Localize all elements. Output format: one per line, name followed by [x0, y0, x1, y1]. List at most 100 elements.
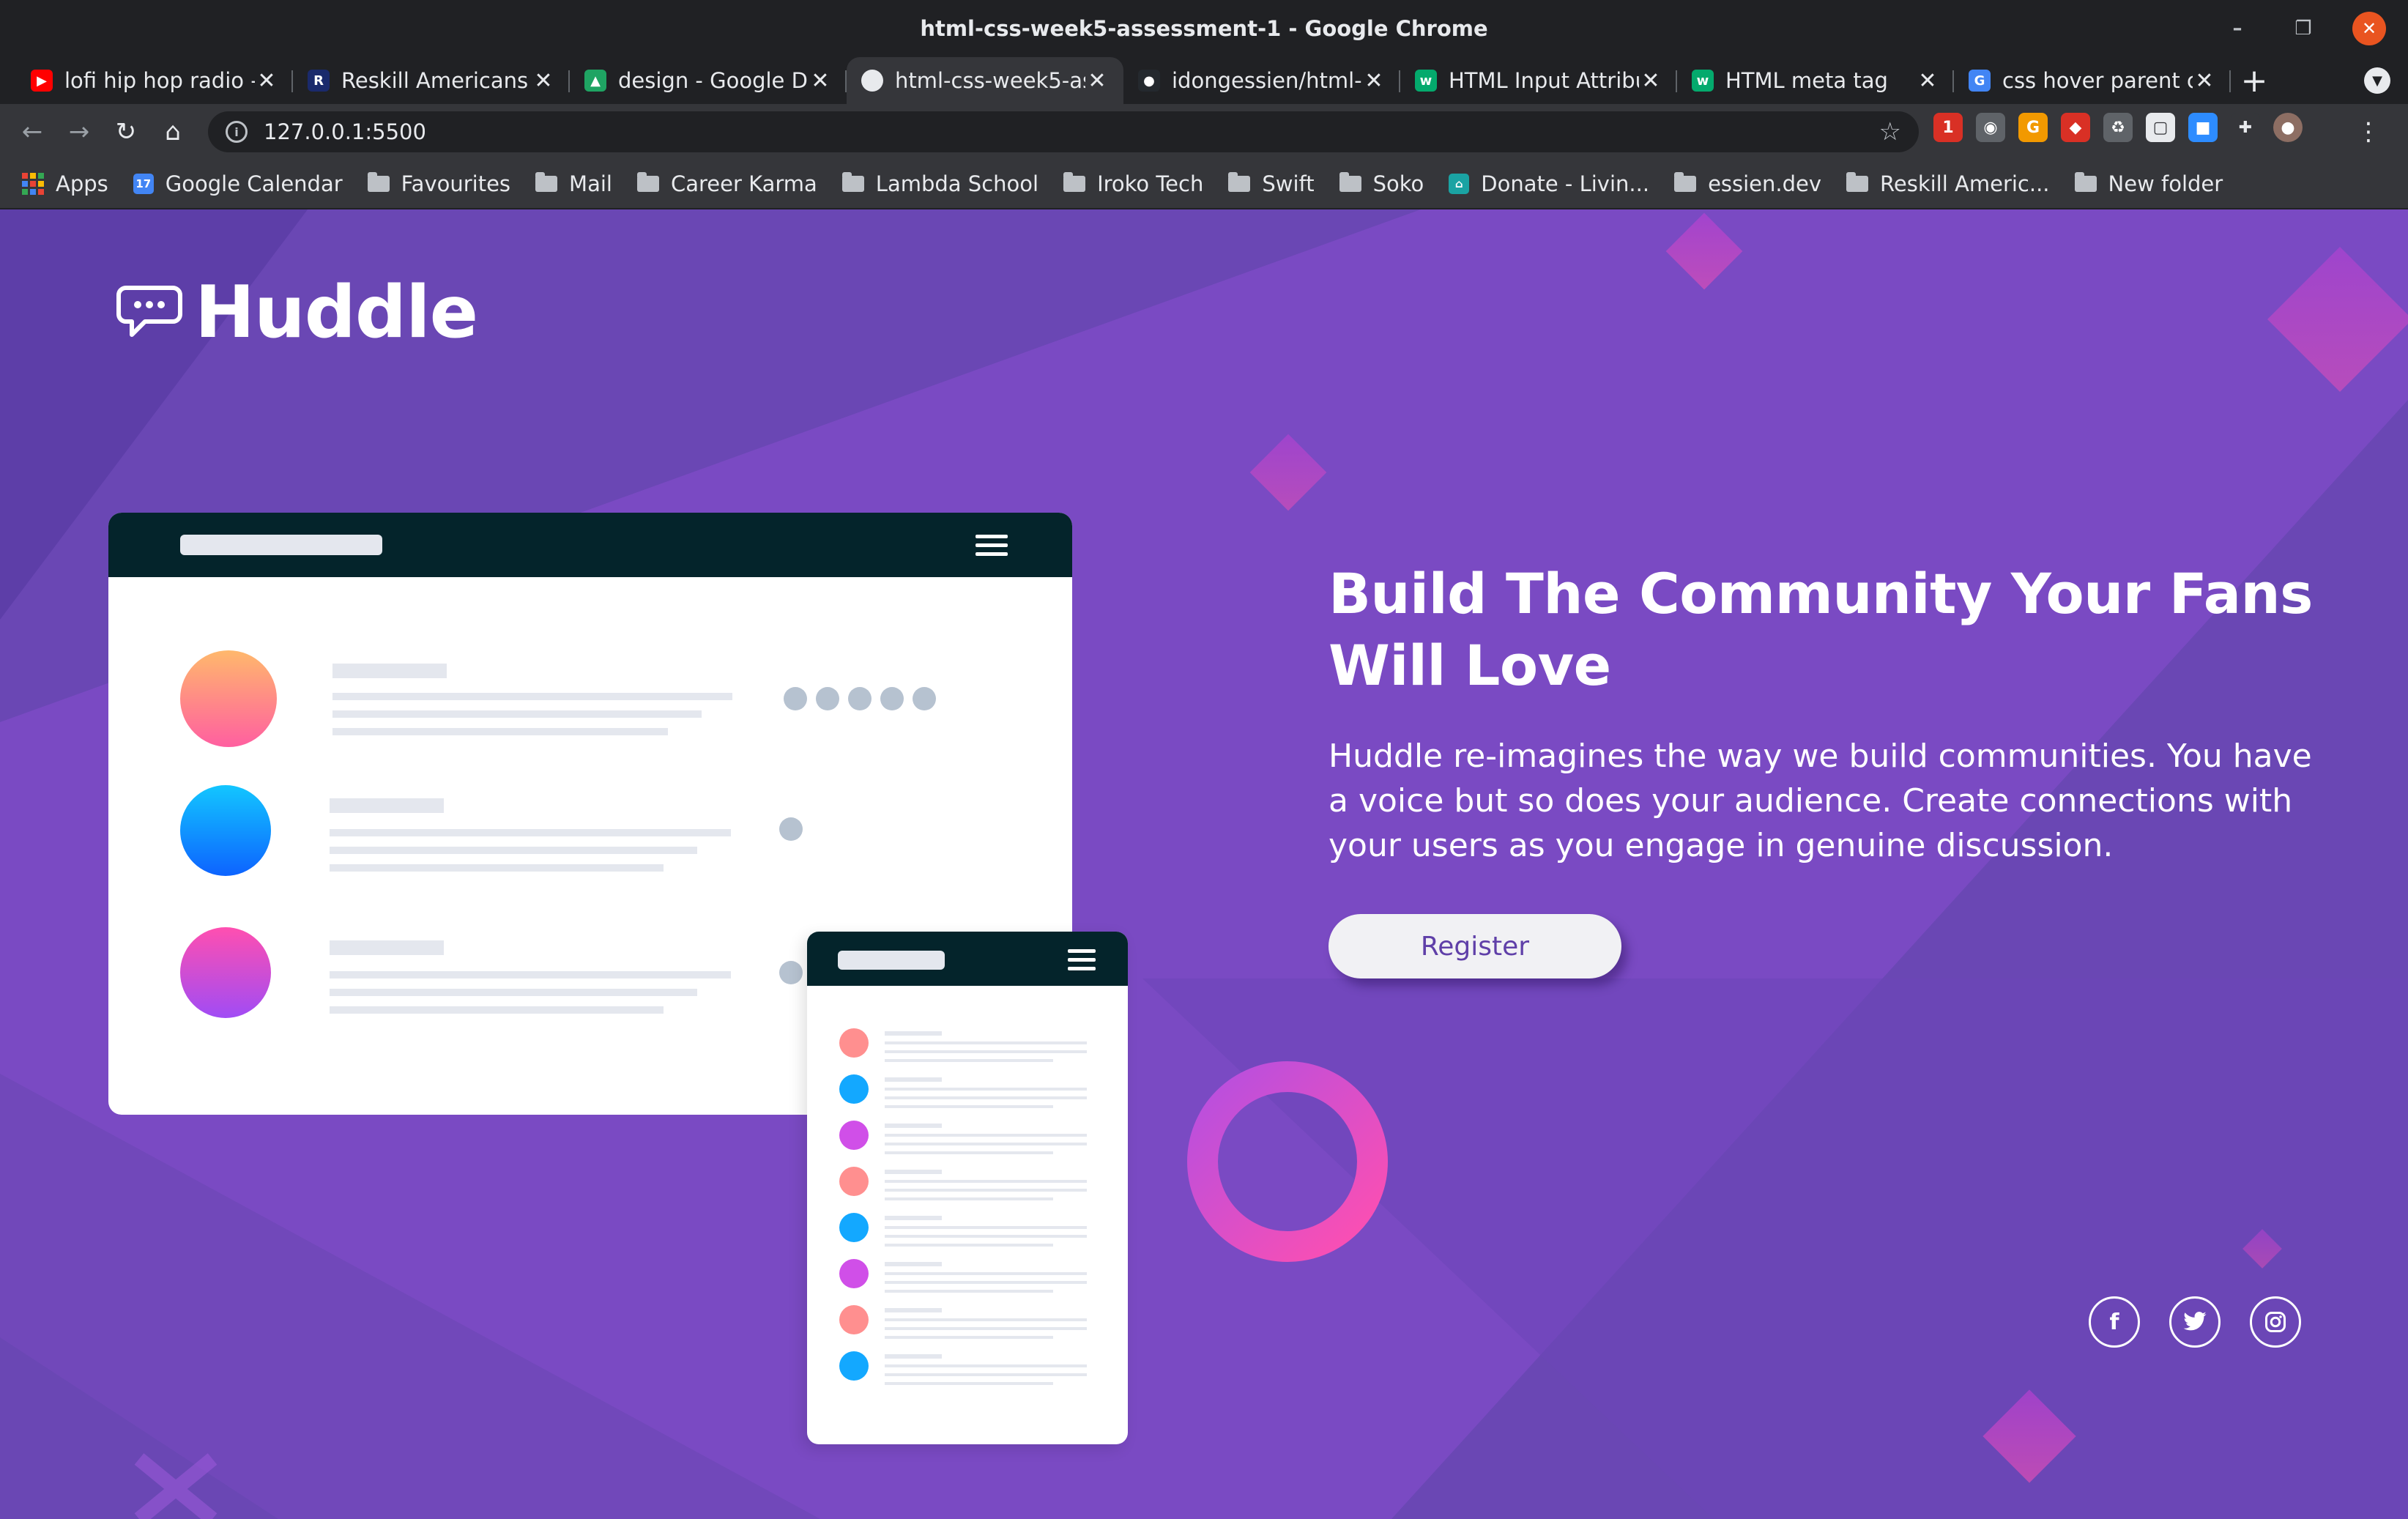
browser-tab[interactable]: w HTML meta tag ✕ [1677, 57, 1954, 104]
mockup-text-line [885, 1050, 1087, 1053]
new-tab-button[interactable]: + [2231, 57, 2278, 104]
bookmark-label: Reskill Americ... [1880, 171, 2050, 196]
bookmark-label: Mail [569, 171, 612, 196]
mobile-mockup-illustration [807, 932, 1128, 1444]
mockup-text-line [885, 1059, 1053, 1062]
browser-tab[interactable]: html-css-week5-assessment✕ [847, 57, 1123, 104]
twitter-icon [2183, 1312, 2207, 1331]
bookmark-label: Apps [56, 171, 108, 196]
chrome-menu-button[interactable]: ⋮ [2345, 108, 2392, 155]
bookmark-item[interactable]: Reskill Americ... [1846, 171, 2050, 196]
mockup-text-line [885, 1170, 942, 1174]
ext-shield-icon[interactable]: ◆ [2061, 113, 2090, 142]
bookmark-star-icon[interactable]: ☆ [1879, 117, 1901, 146]
tab-title: lofi hip hop radio - beats [64, 68, 255, 93]
mockup-mobile-list [839, 1028, 1087, 1385]
browser-tab[interactable]: R Reskill Americans | Udemy✕ [293, 57, 570, 104]
reload-button[interactable]: ↻ [103, 108, 149, 155]
hero-title: Build The Community Your Fans Will Love [1329, 561, 2313, 698]
tab-close-icon[interactable]: ✕ [809, 68, 832, 94]
mockup-text-line [885, 1318, 1087, 1321]
facebook-link[interactable]: f [2089, 1296, 2140, 1348]
mockup-text-line [885, 1272, 1087, 1275]
tab-search-button[interactable]: ▼ [2364, 67, 2390, 94]
bookmark-item[interactable]: Swift [1228, 171, 1315, 196]
minimize-button[interactable]: – [2221, 12, 2254, 45]
bookmark-item[interactable]: essien.dev [1674, 171, 1821, 196]
bookmark-item[interactable]: Iroko Tech [1063, 171, 1203, 196]
w3schools-icon: w [1692, 70, 1714, 92]
tab-close-icon[interactable]: ✕ [255, 68, 278, 94]
bookmark-item[interactable]: 17 Google Calendar [133, 171, 343, 196]
bookmark-item[interactable]: Mail [535, 171, 612, 196]
tab-close-icon[interactable]: ✕ [1916, 68, 1939, 94]
bookmark-label: New folder [2108, 171, 2223, 196]
folder-icon [1339, 172, 1361, 192]
tab-close-icon[interactable]: ✕ [1362, 68, 1386, 94]
bookmark-item[interactable]: Lambda School [841, 171, 1039, 196]
bookmark-label: essien.dev [1708, 171, 1822, 196]
mockup-avatar [839, 1351, 869, 1381]
bookmarks-bar: Apps 17 Google Calendar Favourites Mail Caree… [0, 160, 2408, 209]
home-button[interactable]: ⌂ [149, 108, 196, 155]
hamburger-icon [976, 535, 1008, 561]
tab-close-icon[interactable]: ✕ [1639, 68, 1662, 94]
bookmark-label: Google Calendar [165, 171, 343, 196]
tab-strip: ▶lofi hip hop radio - beats✕RReskill Ame… [0, 57, 2408, 104]
bookmark-item[interactable]: ⌂ Donate - Livin... [1449, 171, 1649, 196]
mockup-text-line [885, 1364, 1087, 1367]
bookmark-item[interactable]: Career Karma [636, 171, 817, 196]
mockup-text-line [885, 1124, 942, 1128]
mockup-text-line [885, 1096, 1087, 1099]
browser-tab[interactable]: ● idongessien/html-css✕ [1123, 57, 1400, 104]
bookmark-label: Career Karma [670, 171, 817, 196]
tab-close-icon[interactable]: ✕ [2193, 68, 2216, 94]
ext-badge-icon[interactable]: 1 [1933, 113, 1963, 142]
ext-puzzle-icon[interactable]: ✚ [2231, 113, 2260, 142]
browser-tab[interactable]: w HTML Input Attributes✕ [1400, 57, 1677, 104]
huddle-landing-page: Huddle Build The Community Your Fans Wil… [0, 209, 2408, 1519]
google-icon: G [1969, 70, 1991, 92]
folder-icon [1846, 172, 1869, 192]
restore-button[interactable]: ❐ [2286, 12, 2320, 45]
tab-close-icon[interactable]: ✕ [532, 68, 555, 94]
browser-tab[interactable]: ▶ lofi hip hop radio - beats✕ [16, 57, 293, 104]
register-button[interactable]: Register [1329, 914, 1621, 978]
mockup-text-line [885, 1382, 1053, 1385]
twitter-link[interactable] [2169, 1296, 2221, 1348]
bookmark-item[interactable]: Soko [1339, 171, 1424, 196]
youtube-icon: ▶ [31, 70, 53, 92]
bookmark-label: Lambda School [875, 171, 1039, 196]
bookmark-label: Donate - Livin... [1481, 171, 1650, 196]
w3schools-icon: w [1415, 70, 1437, 92]
mockup-avatar [839, 1121, 869, 1150]
forward-button[interactable]: → [56, 108, 103, 155]
tab-close-icon[interactable]: ✕ [1085, 68, 1109, 94]
ext-clipboard-icon[interactable]: ▢ [2146, 113, 2175, 142]
mockup-avatar [839, 1167, 869, 1196]
back-button[interactable]: ← [9, 108, 56, 155]
mockup-avatar [839, 1028, 869, 1058]
ext-grammarly-icon[interactable]: G [2018, 113, 2048, 142]
mockup-text-line [885, 1354, 942, 1359]
bookmark-item[interactable]: Favourites [367, 171, 511, 196]
address-bar[interactable]: i 127.0.0.1:5500 ☆ [208, 111, 1919, 152]
mockup-avatar [839, 1305, 869, 1334]
apps-grid-icon [22, 173, 44, 195]
ext-zoom-icon[interactable]: ■ [2188, 113, 2218, 142]
close-window-button[interactable]: ✕ [2352, 12, 2386, 45]
instagram-link[interactable] [2250, 1296, 2301, 1348]
huddle-logo[interactable]: Huddle [116, 271, 478, 354]
browser-tab[interactable]: Gcss hover parent child✕ [1954, 57, 2231, 104]
site-info-icon[interactable]: i [226, 121, 248, 143]
bookmark-label: Swift [1262, 171, 1315, 196]
bookmark-item[interactable]: New folder [2074, 171, 2223, 196]
browser-tab[interactable]: ▲ design - Google Drive✕ [570, 57, 847, 104]
ext-ring-icon[interactable]: ◉ [1976, 113, 2005, 142]
ext-recycle-icon[interactable]: ♻ [2103, 113, 2133, 142]
bookmark-label: Favourites [401, 171, 511, 196]
folder-icon [1063, 172, 1086, 192]
ext-avatar-icon[interactable]: ● [2273, 113, 2303, 142]
window-titlebar: html-css-week5-assessment-1 - Google Chr… [0, 0, 2408, 57]
bookmark-item[interactable]: Apps [22, 171, 108, 196]
